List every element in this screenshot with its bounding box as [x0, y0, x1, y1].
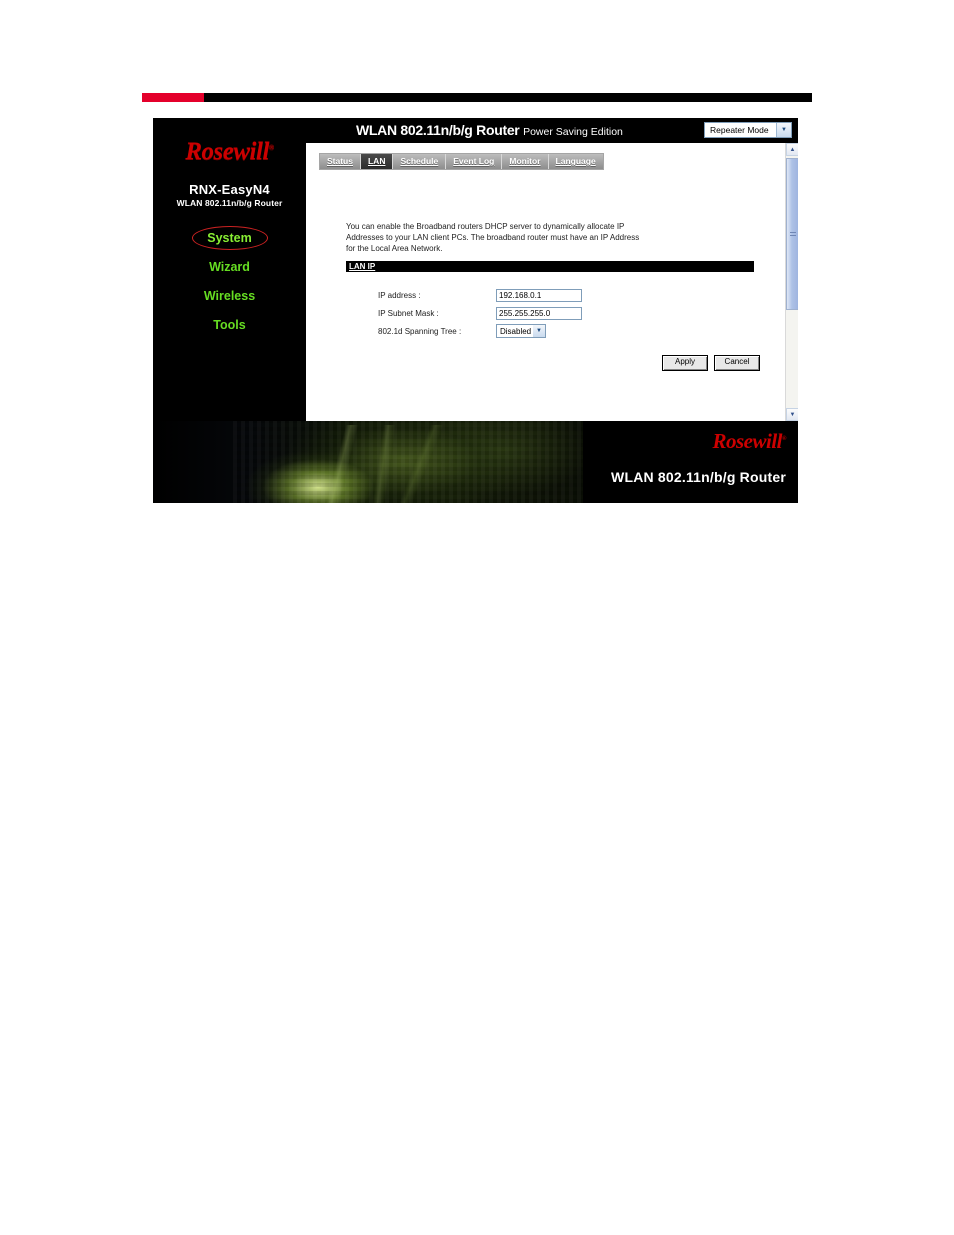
page-root: Rosewill® RNX-EasyN4 WLAN 802.11n/b/g Ro… — [0, 0, 954, 1235]
scrollbar-thumb[interactable] — [786, 158, 798, 310]
chevron-down-icon: ▼ — [776, 123, 791, 137]
router-admin-screenshot: Rosewill® RNX-EasyN4 WLAN 802.11n/b/g Ro… — [153, 118, 798, 503]
sidebar-item-tools[interactable]: Tools — [153, 311, 306, 339]
sidebar-item-label: System — [207, 231, 252, 245]
rosewill-logo-text: Rosewill® — [185, 138, 274, 165]
section-header-lan-ip: LAN IP — [346, 261, 754, 272]
chevron-down-icon: ▼ — [533, 325, 545, 337]
form-row-subnet-mask: IP Subnet Mask : 255.255.255.0 — [378, 305, 582, 321]
registered-mark-icon: ® — [782, 436, 786, 442]
apply-button[interactable]: Apply — [662, 355, 708, 371]
footer-rosewill-logo: Rosewill® — [712, 429, 787, 453]
tab-monitor[interactable]: Monitor — [502, 154, 549, 169]
tab-bar: Status LAN Schedule Event Log Monitor La… — [319, 153, 604, 170]
content-area: Status LAN Schedule Event Log Monitor La… — [306, 143, 798, 421]
tab-lan[interactable]: LAN — [360, 154, 394, 169]
spanning-tree-label: 802.1d Spanning Tree : — [378, 326, 462, 336]
sidebar: Rosewill® RNX-EasyN4 WLAN 802.11n/b/g Ro… — [153, 118, 306, 421]
tab-schedule[interactable]: Schedule — [393, 154, 447, 169]
sidebar-item-label: Wizard — [209, 260, 250, 274]
lan-ip-form: IP address : 192.168.0.1 IP Subnet Mask … — [378, 287, 582, 341]
vertical-scrollbar[interactable]: ▲ ▼ — [785, 143, 798, 421]
header-rule-accent — [142, 93, 204, 102]
tab-language[interactable]: Language — [548, 154, 603, 169]
banner-title: WLAN 802.11n/b/g Router Power Saving Edi… — [356, 122, 623, 138]
banner-title-sub: Power Saving Edition — [523, 126, 623, 138]
sidebar-item-wizard[interactable]: Wizard — [153, 253, 306, 281]
header-rule — [142, 93, 812, 102]
subnet-mask-label: IP Subnet Mask : — [378, 308, 439, 318]
main-panel: WLAN 802.11n/b/g Router Power Saving Edi… — [306, 118, 798, 421]
description-text: You can enable the Broadband routers DHC… — [346, 222, 640, 253]
subnet-mask-input[interactable]: 255.255.255.0 — [496, 306, 582, 320]
operation-mode-value: Repeater Mode — [710, 125, 769, 135]
spanning-tree-select[interactable]: Disabled ▼ — [496, 324, 546, 338]
footer: Rosewill® WLAN 802.11n/b/g Router — [153, 421, 798, 503]
banner: WLAN 802.11n/b/g Router Power Saving Edi… — [306, 118, 798, 143]
tab-status[interactable]: Status — [320, 154, 361, 169]
footer-light-streaks — [273, 425, 513, 503]
scrollbar-grip-icon — [790, 230, 796, 238]
ip-address-label: IP address : — [378, 290, 421, 300]
sidebar-nav: System Wizard Wireless Tools — [153, 224, 306, 339]
banner-title-main: WLAN 802.11n/b/g Router — [356, 122, 520, 138]
sidebar-item-system[interactable]: System — [153, 224, 306, 252]
tab-event-log[interactable]: Event Log — [446, 154, 503, 169]
model-subtitle: WLAN 802.11n/b/g Router — [176, 198, 283, 208]
form-actions: Apply Cancel — [662, 355, 760, 371]
scrollbar-track[interactable] — [786, 156, 798, 408]
form-row-ip-address: IP address : 192.168.0.1 — [378, 287, 582, 303]
operation-mode-select[interactable]: Repeater Mode ▼ — [704, 122, 792, 138]
form-row-spanning-tree: 802.1d Spanning Tree : Disabled ▼ — [378, 323, 582, 339]
sidebar-logo: Rosewill® — [153, 132, 306, 172]
spanning-tree-value: Disabled — [500, 326, 532, 336]
scroll-down-button[interactable]: ▼ — [786, 408, 798, 421]
registered-mark-icon: ® — [268, 143, 274, 152]
sidebar-item-label: Tools — [213, 318, 246, 332]
scroll-up-button[interactable]: ▲ — [786, 143, 798, 156]
cancel-button[interactable]: Cancel — [714, 355, 760, 371]
sidebar-item-wireless[interactable]: Wireless — [153, 282, 306, 310]
footer-product-title: WLAN 802.11n/b/g Router — [611, 469, 786, 485]
sidebar-item-label: Wireless — [203, 289, 256, 303]
ip-address-input[interactable]: 192.168.0.1 — [496, 288, 582, 302]
model-name: RNX-EasyN4 — [189, 182, 270, 197]
